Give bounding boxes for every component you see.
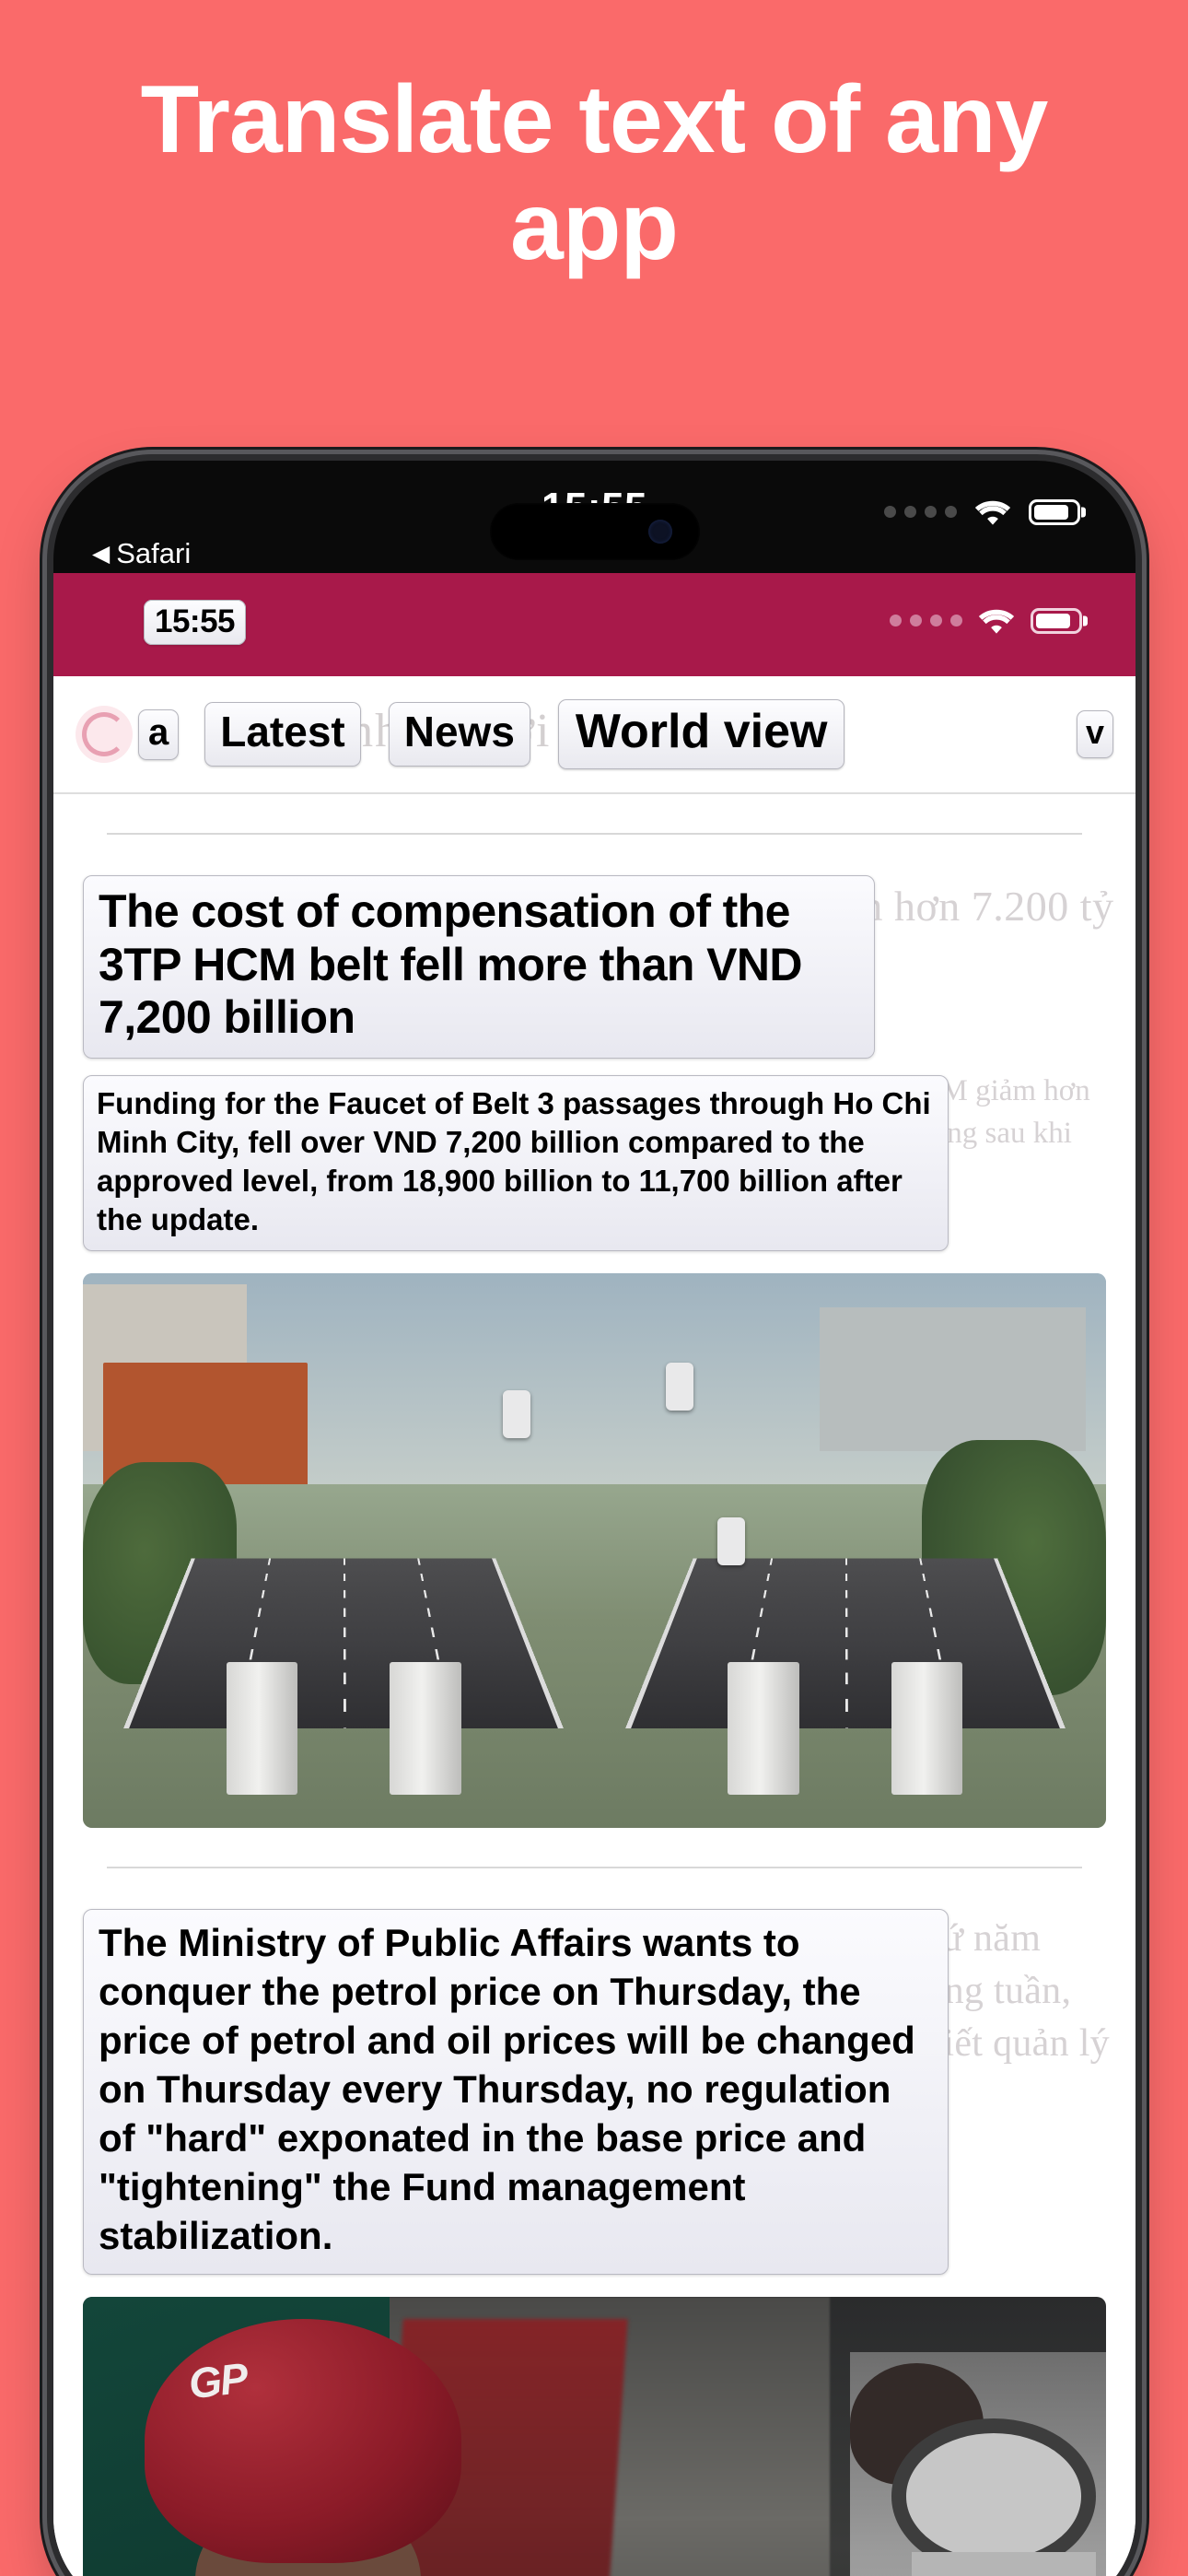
battery-icon [1031, 607, 1082, 634]
feed-divider-top [107, 833, 1082, 835]
wifi-icon [978, 609, 1015, 634]
translated-time-overlay: 15:55 [144, 600, 247, 645]
marketing-headline: Translate text of any app [140, 66, 1049, 281]
category-tab-bar: Mới nhất Thời sự Thế giới a Latest News … [53, 676, 1136, 794]
app-header-indicators [890, 606, 1082, 635]
app-status-header: 15:55 [53, 573, 1136, 676]
article-title: The cost of compensation of the 3TP HCM … [83, 875, 875, 1059]
tab-a[interactable]: a [138, 708, 180, 760]
article-item[interactable]: Chi phí bồi thường Vành đai 3 TP HCM giả… [74, 875, 1115, 1829]
tab-more-chevron[interactable]: v [1076, 710, 1113, 758]
article-body: The Ministry of Public Affairs wants to … [83, 1909, 949, 2275]
back-caret-icon: ◀ [92, 540, 111, 567]
feed-divider-middle [107, 1867, 1082, 1869]
signal-dots-icon [884, 506, 957, 518]
back-to-safari-label: Safari [116, 537, 192, 569]
battery-icon [1029, 498, 1080, 525]
petrol-station-photo[interactable]: GP [83, 2296, 1106, 2576]
brand-logo-icon [76, 706, 133, 763]
helmet-brand-icon: GP [185, 2352, 250, 2408]
app-screen: 15:55 Mới nhất Thời sự Thế giới a Latest… [53, 573, 1136, 2576]
device-status-bar: 15:55 ◀ Safari [53, 461, 1136, 573]
phone-mockup: 15:55 ◀ Safari 15:55 [53, 461, 1136, 2576]
highway-interchange-photo[interactable] [83, 1273, 1106, 1829]
article-feed: Chi phí bồi thường Vành đai 3 TP HCM giả… [53, 833, 1136, 2576]
tab-news[interactable]: News [388, 702, 530, 767]
tab-latest[interactable]: Latest [204, 702, 361, 767]
wifi-icon [974, 500, 1011, 525]
article-body: Funding for the Faucet of Belt 3 passage… [83, 1074, 949, 1252]
back-to-safari-link[interactable]: ◀ Safari [92, 537, 191, 570]
tab-world-view[interactable]: World view [557, 699, 845, 769]
signal-dots-icon [890, 615, 962, 626]
dynamic-island [489, 503, 700, 560]
front-camera-icon [647, 520, 672, 544]
status-bar-indicators [884, 498, 1080, 526]
article-item[interactable]: Bộ Công Thương muốn điều hành giá xăng d… [74, 1909, 1115, 2576]
